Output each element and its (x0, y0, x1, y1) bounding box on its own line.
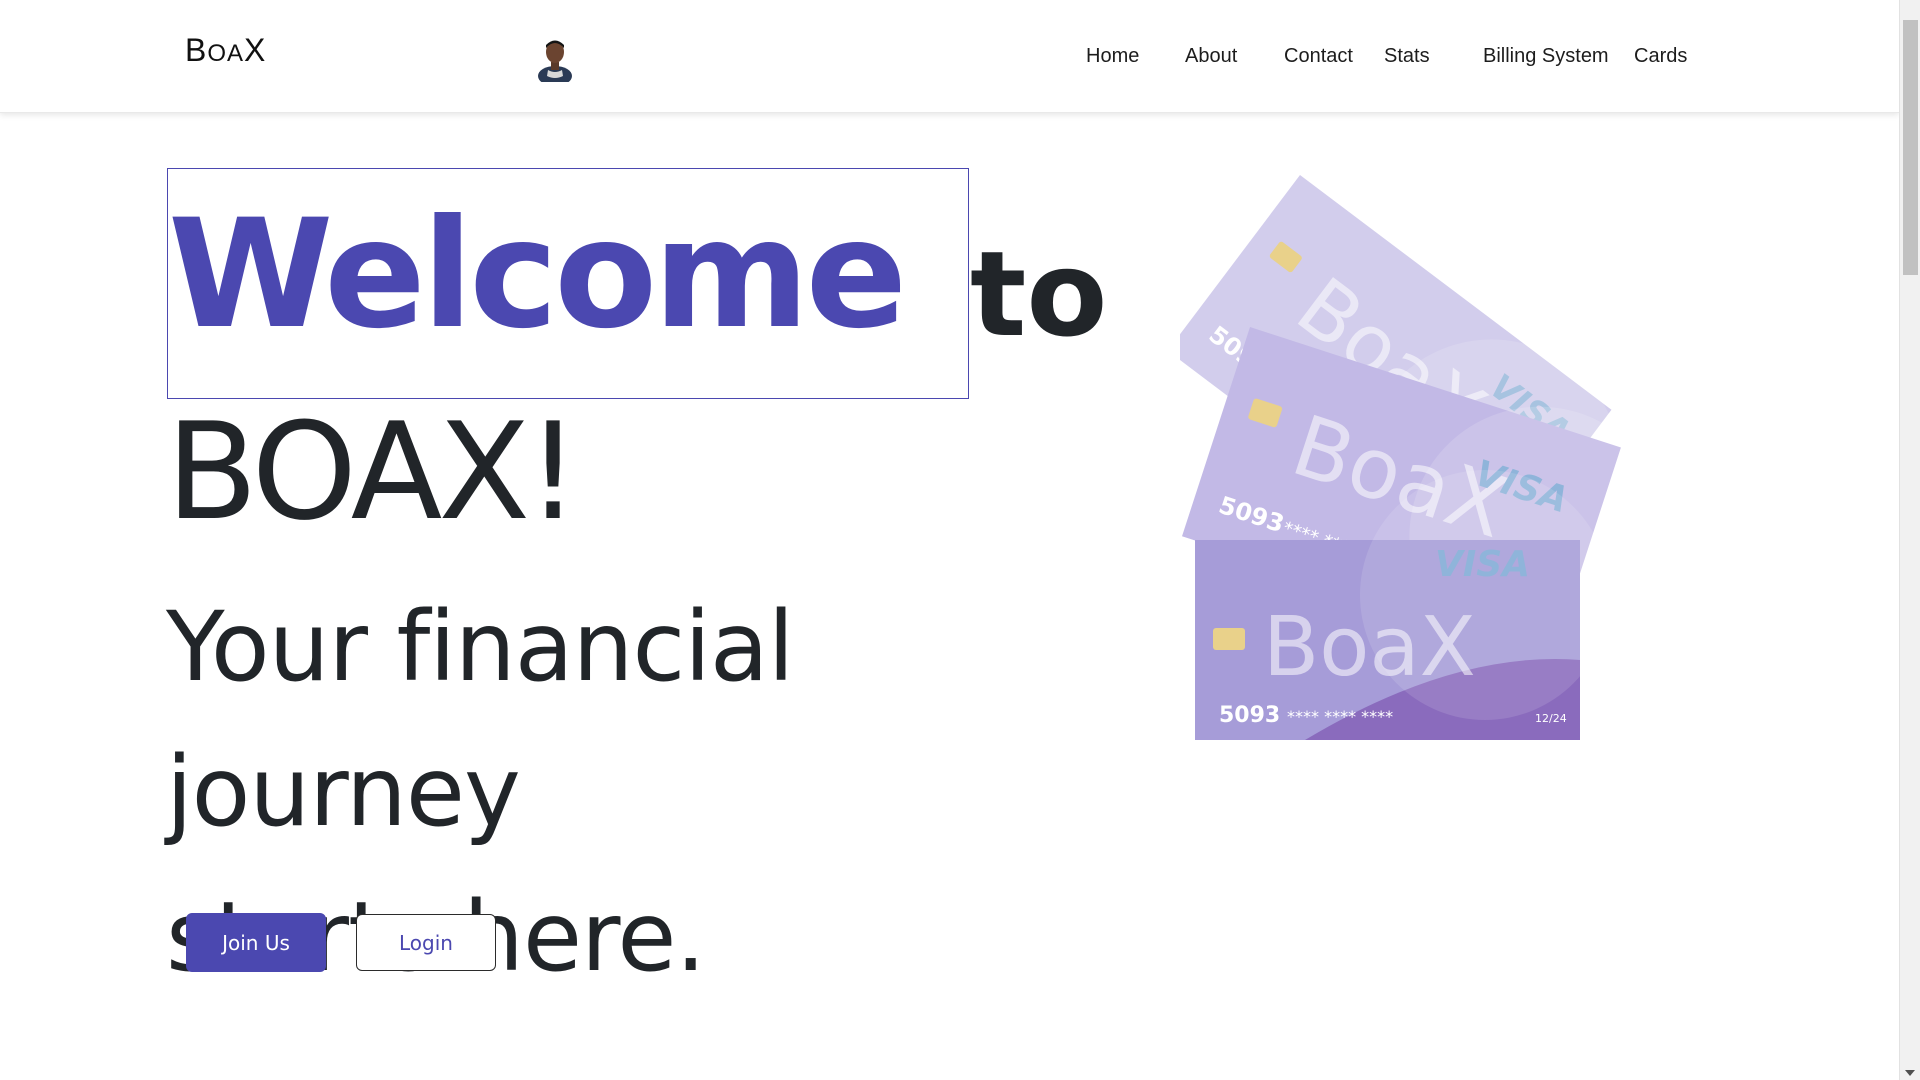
login-button[interactable]: Login (356, 914, 496, 971)
top-navbar: BOAX Home About Contact Stats Billing Sy… (0, 0, 1899, 113)
card-front-mask: **** **** **** (1287, 707, 1393, 726)
logo-letter-x: X (244, 32, 267, 68)
credit-cards-illustration: BoaX VISA 5093 **** **** **** BoaX VISA … (1180, 174, 1670, 740)
card-front-number: 5093 (1219, 703, 1280, 728)
nav-about[interactable]: About (1185, 44, 1237, 68)
page-scrollbar[interactable] (1899, 0, 1920, 1080)
hero-welcome-word: Welcome (168, 188, 907, 362)
nav-cards[interactable]: Cards (1634, 44, 1687, 68)
nav-billing-system[interactable]: Billing System (1483, 44, 1609, 68)
user-avatar[interactable] (537, 36, 573, 82)
nav-home[interactable]: Home (1086, 44, 1139, 68)
brand-logo[interactable]: BOAX (185, 34, 266, 66)
card-front-network: VISA (1435, 544, 1530, 585)
scrollbar-thumb[interactable] (1903, 20, 1918, 275)
card-front-expiry: 12/24 (1535, 712, 1567, 725)
logo-letter-b: B (185, 32, 208, 68)
nav-contact[interactable]: Contact (1284, 44, 1353, 68)
card-front-brand: BoaX (1263, 600, 1476, 695)
scroll-down-arrow-icon[interactable] (1905, 1070, 1915, 1076)
logo-letters-oa: OA (207, 40, 245, 67)
tagline-line-1: Your financial journey (166, 591, 794, 848)
hero-brand-name: BOAX! (166, 394, 580, 550)
card-chip-icon (1213, 628, 1245, 650)
nav-stats[interactable]: Stats (1384, 44, 1430, 68)
join-us-button[interactable]: Join Us (186, 913, 326, 972)
hero-to-word: to (970, 225, 1108, 363)
